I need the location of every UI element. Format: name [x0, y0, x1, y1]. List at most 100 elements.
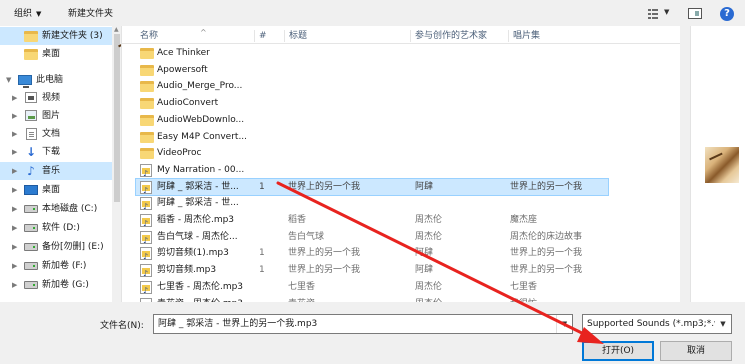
- folder-row[interactable]: VideoProc: [136, 145, 608, 161]
- computer-icon: [18, 75, 32, 88]
- file-title: 告白气球: [288, 231, 325, 242]
- column-header-name[interactable]: 名称 ^: [136, 28, 254, 42]
- file-name: 七里香 - 周杰伦.mp3: [157, 281, 244, 292]
- audio-file-icon: [140, 264, 152, 282]
- file-list-scrollbar[interactable]: [680, 26, 690, 302]
- file-album: 世界上的另一个我: [510, 248, 583, 259]
- column-header-album[interactable]: 唱片集: [508, 30, 610, 42]
- column-header-number[interactable]: #: [254, 30, 284, 42]
- file-title: 稻香: [288, 215, 307, 225]
- change-view-button[interactable]: ▼: [648, 6, 676, 22]
- nav-item-drive-d[interactable]: ▶ 软件 (D:): [0, 219, 112, 237]
- new-folder-button[interactable]: 新建文件夹: [68, 7, 113, 21]
- nav-item-drive-f[interactable]: ▶ 新加卷 (F:): [0, 257, 112, 275]
- file-artist: 周杰伦: [415, 281, 443, 292]
- expand-arrow-icon[interactable]: ▶: [12, 181, 17, 199]
- cancel-button[interactable]: 取消: [660, 341, 732, 361]
- navigation-pane[interactable]: 新建文件夹 (3) 桌面 ▼ 此电脑 ▶ 视频 ▶ 图片 ▶ 文档 ▶ ↓ 下载…: [0, 26, 122, 302]
- nav-item-desktop[interactable]: ▶ 桌面: [0, 181, 112, 199]
- nav-item-drive-e[interactable]: ▶ 备份[勿删] (E:): [0, 238, 112, 256]
- column-header-name-label: 名称: [140, 31, 159, 41]
- nav-item-label: 图片: [42, 111, 61, 121]
- toolbar: 组织 ▼ 新建文件夹 ▼ ?: [0, 0, 745, 26]
- nav-item-label: 下载: [42, 147, 61, 157]
- folder-icon: [140, 114, 154, 126]
- expand-arrow-icon[interactable]: ▼: [6, 71, 11, 89]
- navigation-scrollbar[interactable]: ▲: [112, 26, 121, 302]
- expand-arrow-icon[interactable]: ▶: [12, 238, 17, 256]
- file-row[interactable]: 剪切音频(1).mp3 1 世界上的另一个我 阿肆 世界上的另一个我: [136, 245, 608, 265]
- open-button[interactable]: 打开(O): [582, 341, 654, 361]
- organize-button[interactable]: 组织 ▼: [14, 7, 41, 21]
- scroll-up-icon[interactable]: ▲: [114, 26, 119, 33]
- file-name: Apowersoft: [157, 64, 208, 75]
- folder-row[interactable]: Apowersoft: [136, 62, 608, 78]
- organize-label: 组织: [14, 9, 33, 19]
- nav-item-new-folder-3[interactable]: 新建文件夹 (3): [0, 27, 112, 45]
- nav-item-this-pc[interactable]: ▼ 此电脑: [0, 71, 112, 89]
- nav-item-downloads[interactable]: ▶ ↓ 下载: [0, 143, 112, 161]
- nav-item-pictures[interactable]: ▶ 图片: [0, 107, 112, 125]
- download-icon: ↓: [25, 145, 37, 159]
- details-view-icon: [648, 9, 658, 19]
- folder-icon: [140, 98, 154, 110]
- audio-file-icon: [140, 230, 152, 249]
- filename-label: 文件名(N):: [100, 321, 144, 331]
- nav-item-drive-c[interactable]: ▶ 本地磁盘 (C:): [0, 200, 112, 218]
- filetype-select[interactable]: Supported Sounds (*.mp3;*.w ▼: [582, 314, 732, 334]
- folder-row[interactable]: Easy M4P Convert...: [136, 129, 608, 145]
- column-header-title[interactable]: 标题: [284, 30, 410, 42]
- file-row[interactable]: My Narration - 00...: [136, 162, 608, 182]
- chevron-down-icon: ▼: [664, 8, 670, 16]
- file-row[interactable]: 稻香 - 周杰伦.mp3 稻香 周杰伦 魔杰座: [136, 212, 608, 232]
- expand-arrow-icon[interactable]: ▶: [12, 143, 17, 161]
- file-name: 剪切音频.mp3: [157, 265, 217, 276]
- filename-input[interactable]: 阿肆 _ 郭采洁 - 世界上的另一个我.mp3 ▼: [153, 314, 573, 334]
- file-name: 阿肆 _ 郭采洁 - 世...: [157, 181, 239, 192]
- nav-item-documents[interactable]: ▶ 文档: [0, 125, 112, 143]
- file-number: 1: [259, 181, 265, 192]
- file-row[interactable]: 七里香 - 周杰伦.mp3 七里香 周杰伦 七里香: [136, 279, 608, 299]
- expand-arrow-icon[interactable]: ▶: [12, 125, 17, 143]
- folder-row[interactable]: Ace Thinker: [136, 45, 608, 61]
- file-list[interactable]: 名称 ^ # 标题 参与创作的艺术家 唱片集 Ace Thinker Apower…: [122, 26, 690, 302]
- nav-item-label: 新加卷 (G:): [42, 280, 89, 290]
- nav-item-label: 此电脑: [36, 75, 64, 85]
- expand-arrow-icon[interactable]: ▶: [12, 276, 17, 294]
- expand-arrow-icon[interactable]: ▶: [12, 257, 17, 275]
- folder-row[interactable]: AudioConvert: [136, 95, 608, 111]
- file-row[interactable]: 阿肆 _ 郭采洁 - 世...: [136, 195, 608, 215]
- help-button[interactable]: ?: [720, 6, 736, 22]
- file-row[interactable]: 告白气球 - 周杰伦... 告白气球 周杰伦 周杰伦的床边故事: [136, 229, 608, 249]
- desktop-icon: [24, 185, 38, 195]
- folder-icon: [140, 48, 154, 59]
- nav-item-videos[interactable]: ▶ 视频: [0, 89, 112, 107]
- expand-arrow-icon[interactable]: ▶: [12, 219, 17, 237]
- expand-arrow-icon[interactable]: ▶: [12, 162, 17, 180]
- nav-item-music[interactable]: ▶ ♪ 音乐: [0, 162, 112, 180]
- nav-item-desktop-folder[interactable]: 桌面: [0, 45, 112, 63]
- preview-pane-button[interactable]: [688, 6, 704, 22]
- file-row[interactable]: 阿肆 _ 郭采洁 - 世... 1 世界上的另一个我 阿肆 世界上的另一个我: [135, 177, 609, 199]
- file-title: 世界上的另一个我: [288, 248, 361, 259]
- expand-arrow-icon[interactable]: ▶: [12, 200, 17, 218]
- file-row[interactable]: 剪切音频.mp3 1 世界上的另一个我 阿肆 世界上的另一个我: [136, 262, 608, 282]
- expand-arrow-icon[interactable]: ▶: [12, 107, 17, 125]
- music-icon: ♪: [27, 164, 35, 178]
- chevron-down-icon[interactable]: ▼: [556, 315, 572, 333]
- column-header-artist[interactable]: 参与创作的艺术家: [410, 30, 508, 42]
- file-album: 七里香: [510, 281, 538, 292]
- file-name: 阿肆 _ 郭采洁 - 世...: [157, 198, 239, 209]
- expand-arrow-icon[interactable]: ▶: [12, 89, 17, 107]
- file-name: 告白气球 - 周杰伦...: [157, 231, 238, 242]
- scrollbar-thumb[interactable]: [114, 34, 120, 202]
- nav-item-label: 新建文件夹 (3): [42, 31, 103, 41]
- nav-item-drive-g[interactable]: ▶ 新加卷 (G:): [0, 276, 112, 294]
- file-title: 七里香: [288, 281, 316, 292]
- folder-row[interactable]: AudioWebDownlo...: [136, 112, 608, 128]
- nav-item-label: 新加卷 (F:): [42, 261, 87, 271]
- file-name: My Narration - 00...: [157, 164, 245, 175]
- preview-pane: [690, 26, 745, 302]
- folder-row[interactable]: Audio_Merge_Pro...: [136, 78, 608, 94]
- album-art-thumbnail: [705, 147, 739, 183]
